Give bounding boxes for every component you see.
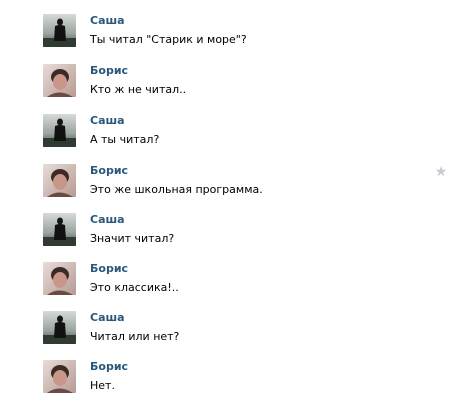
boris-avatar[interactable] [43,64,76,97]
message-item: Саша Значит читал? [0,213,456,257]
message-author[interactable]: Саша [90,14,125,27]
message-author[interactable]: Саша [90,311,125,324]
message-author[interactable]: Борис [90,262,128,275]
sasha-avatar[interactable] [43,311,76,344]
message-text: Это классика!.. [90,281,179,294]
message-author[interactable]: Борис [90,360,128,373]
boris-avatar[interactable] [43,164,76,197]
message-text: А ты читал? [90,133,160,146]
message-text: Читал или нет? [90,330,180,343]
message-text: Значит читал? [90,232,175,245]
message-author[interactable]: Борис [90,164,128,177]
message-text: Кто ж не читал.. [90,83,187,96]
message-text: Это же школьная программа. [90,183,263,196]
message-item: Саша А ты читал? [0,114,456,158]
boris-avatar[interactable] [43,262,76,295]
message-item: Саша Ты читал "Старик и море"? [0,14,456,58]
message-history: Саша Ты читал "Старик и море"? Борис Кто… [0,0,456,400]
message-text: Ты читал "Старик и море"? [90,33,247,46]
message-author[interactable]: Саша [90,213,125,226]
message-item: Борис Это классика!.. [0,262,456,306]
message-item: Саша Читал или нет? [0,311,456,355]
message-item: Борис Нет. [0,360,456,404]
sasha-avatar[interactable] [43,114,76,147]
message-author[interactable]: Борис [90,64,128,77]
message-author[interactable]: Саша [90,114,125,127]
sasha-avatar[interactable] [43,14,76,47]
message-item: Борис Это же школьная программа. ★ [0,164,456,208]
star-icon[interactable]: ★ [434,165,448,179]
sasha-avatar[interactable] [43,213,76,246]
message-text: Нет. [90,379,115,392]
message-item: Борис Кто ж не читал.. [0,64,456,108]
boris-avatar[interactable] [43,360,76,393]
